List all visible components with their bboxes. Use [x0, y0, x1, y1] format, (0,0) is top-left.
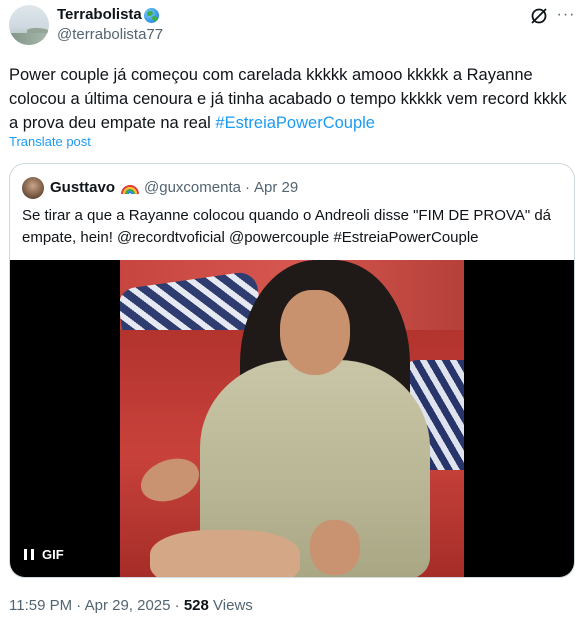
scene-person-face	[280, 290, 350, 375]
gif-label: GIF	[42, 547, 64, 562]
quote-separator: ·	[244, 179, 250, 196]
globe-icon	[143, 7, 159, 23]
pause-icon[interactable]	[24, 549, 34, 560]
post-timestamp[interactable]: 11:59 PM · Apr 29, 2025	[9, 597, 171, 614]
quote-author-handle[interactable]: @guxcomenta	[144, 178, 241, 198]
quote-author-name[interactable]: Gusttavo	[50, 178, 115, 198]
translate-post-link[interactable]: Translate post	[9, 134, 91, 150]
quote-author-avatar[interactable]	[22, 177, 44, 199]
quote-text: Se tirar a que a Rayanne colocou quando …	[22, 207, 551, 246]
views-label: Views	[213, 597, 253, 614]
author-name[interactable]: Terrabolista	[57, 6, 142, 24]
post-text: Power couple já começou com carelada kkk…	[9, 63, 575, 135]
quoted-tweet[interactable]: Gusttavo @guxcomenta · Apr 29 Se tirar a…	[9, 163, 575, 578]
gif-controls[interactable]: GIF	[24, 547, 64, 562]
more-icon[interactable]: ···	[556, 5, 576, 25]
author-handle[interactable]: @terrabolista77	[57, 25, 163, 45]
meta-separator: ·	[174, 597, 184, 614]
hashtag-link[interactable]: #EstreiaPowerCouple	[215, 114, 375, 132]
quote-date[interactable]: Apr 29	[254, 178, 298, 198]
scene-person-leg	[150, 530, 300, 577]
author-name-row[interactable]: Terrabolista	[57, 6, 163, 24]
rainbow-icon	[121, 182, 140, 194]
views-count[interactable]: 528	[184, 597, 209, 614]
gif-frame	[120, 260, 464, 577]
quote-header: Gusttavo @guxcomenta · Apr 29	[50, 178, 298, 198]
author-info: Terrabolista @terrabolista77	[57, 6, 163, 45]
gif-media[interactable]: GIF	[10, 260, 574, 577]
grok-icon[interactable]	[529, 6, 549, 26]
scene-person-hand	[310, 520, 360, 575]
author-avatar[interactable]	[9, 5, 49, 45]
avatar-hill	[9, 33, 49, 45]
tweet: Terrabolista @terrabolista77 ··· Power c…	[0, 0, 587, 621]
post-meta: 11:59 PM · Apr 29, 2025 · 528 Views	[9, 597, 253, 615]
